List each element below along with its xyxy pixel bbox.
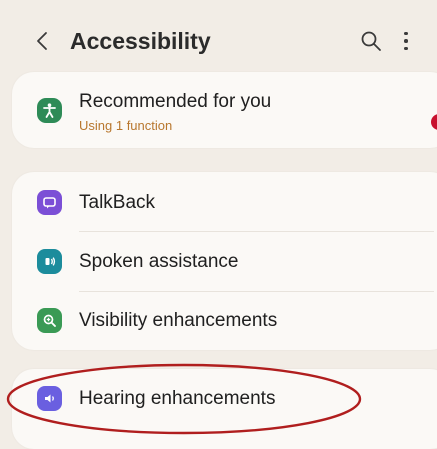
search-button[interactable] (360, 30, 382, 52)
search-icon (361, 31, 381, 51)
more-options-button[interactable] (398, 28, 414, 54)
talkback-label: TalkBack (79, 192, 156, 213)
recommended-label: Recommended for you (79, 91, 272, 112)
back-button[interactable] (32, 26, 52, 56)
app-bar: Accessibility (0, 0, 437, 82)
recommended-item[interactable]: Recommended for you Using 1 function (12, 72, 437, 148)
talkback-icon (37, 190, 62, 215)
list-item-hearing-enhancements[interactable]: Hearing enhancements (12, 369, 437, 427)
list-item-visibility-enhancements[interactable]: Visibility enhancements (12, 292, 437, 350)
spoken-assistance-label: Spoken assistance (79, 251, 239, 272)
page-title: Accessibility (70, 28, 211, 54)
recommended-subtitle: Using 1 function (79, 118, 173, 133)
hearing-icon (37, 386, 62, 411)
list-item-talkback[interactable]: TalkBack (12, 172, 437, 230)
visibility-magnifier-icon (37, 308, 62, 333)
recommended-card: Recommended for you Using 1 function (12, 72, 437, 148)
chevron-left-icon (37, 32, 47, 50)
spoken-assistance-icon (37, 249, 62, 274)
more-vertical-icon (404, 31, 408, 36)
list-item-spoken-assistance[interactable]: Spoken assistance (12, 232, 437, 290)
visibility-enhancements-label: Visibility enhancements (79, 310, 278, 331)
features-card: TalkBack Spoken assistance Visibility en… (12, 172, 437, 350)
accessibility-person-icon (37, 98, 62, 123)
hearing-enhancements-label: Hearing enhancements (79, 388, 276, 409)
hearing-card: Hearing enhancements (12, 369, 437, 449)
